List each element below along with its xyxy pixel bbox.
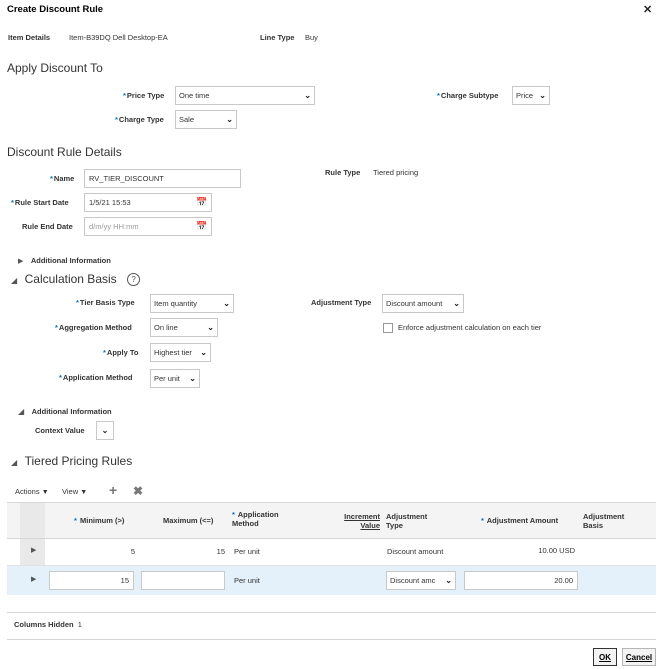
minimum-input[interactable]: 15 [49,571,134,590]
triangle-right-icon: ▶ [18,258,24,265]
calendar-icon[interactable]: 📅 [196,197,207,208]
rule-details-section-title: Discount Rule Details [7,145,122,159]
end-date-label: Rule End Date [22,222,73,231]
calculation-basis-header[interactable]: ◢ Calculation Basis ? [11,270,141,288]
view-menu[interactable]: View ▼ [62,487,87,496]
row-expand-icon[interactable]: ▶ [31,546,36,554]
columns-hidden: Columns Hidden 1 [14,620,82,629]
dropdown-triangle-icon: ▼ [41,489,49,496]
cell-adjustment-type: Discount amount [387,547,444,556]
chevron-down-icon: ⌄ [445,576,452,585]
triangle-down-icon: ◢ [18,407,25,416]
chevron-down-icon: ⌄ [200,348,207,357]
calendar-icon[interactable]: 📅 [196,221,207,232]
tiered-rules-title: Tiered Pricing Rules [24,454,133,468]
name-input[interactable]: RV_TIER_DISCOUNT [84,169,241,188]
footer-divider [7,639,656,640]
x-icon[interactable]: ✖ [133,484,143,498]
start-date-input[interactable]: 1/5/21 15:53 [84,193,212,212]
charge-subtype-select[interactable]: Price ⌄ [512,86,550,105]
additional-info-label: Additional Information [30,256,111,265]
col-increment-value[interactable]: Increment Value [335,512,380,530]
ok-button[interactable]: OK [593,648,617,666]
item-details-value: Item-B39DQ Dell Desktop-EA [69,33,168,42]
apply-discount-section-title: Apply Discount To [7,61,103,75]
cell-minimum: 5 [130,547,135,556]
end-date-input[interactable]: d/m/yy HH:mm [84,217,212,236]
calculation-basis-title: Calculation Basis [24,272,117,286]
dialog-title: Create Discount Rule [7,4,104,15]
col-maximum[interactable]: Maximum (<=) [163,516,213,525]
row-expand-icon[interactable]: ▶ [31,575,36,583]
col-application-method[interactable]: * Application Method [232,510,279,528]
apply-to-label: *Apply To [103,348,139,357]
calc-additional-info-header[interactable]: ◢ Additional Information [18,401,112,419]
price-type-select[interactable]: One time ⌄ [175,86,315,105]
line-type-label: Line Type [260,33,295,42]
aggregation-method-select[interactable]: On line ⌄ [150,318,218,337]
chevron-down-icon: ⌄ [539,91,546,100]
start-date-label: *Rule Start Date [11,198,69,207]
chevron-down-icon: ⌄ [304,91,311,100]
chevron-down-icon: ⌄ [223,299,230,308]
tier-basis-type-label: *Tier Basis Type [76,298,135,307]
triangle-down-icon: ◢ [11,276,18,285]
adjustment-type-label: Adjustment Type [311,298,372,307]
price-type-label: *Price Type [123,91,165,100]
help-icon[interactable]: ? [127,273,141,286]
cell-application-method: Per unit [234,547,260,556]
calc-additional-info-label: Additional Information [31,407,112,416]
context-value-select[interactable]: ⌄ [96,421,114,440]
adjustment-type-select[interactable]: Discount amount ⌄ [382,294,464,313]
table-row[interactable]: ▶ 15 Per unit Discount amc ⌄ 20.00 [7,566,656,595]
cell-application-method: Per unit [234,576,260,585]
enforce-label: Enforce adjustment calculation on each t… [398,323,542,332]
chevron-down-icon: ⌄ [101,426,109,435]
application-method-label: *Application Method [59,373,133,382]
adjustment-type-select[interactable]: Discount amc ⌄ [386,571,456,590]
line-type-value: Buy [305,33,318,42]
chevron-down-icon: ⌄ [189,374,196,383]
cell-adjustment-amount: 10.00 USD [538,546,575,555]
chevron-down-icon: ⌄ [207,323,214,332]
table-bottom-border [7,612,656,613]
tiered-rules-header[interactable]: ◢ Tiered Pricing Rules [11,452,132,470]
actions-menu[interactable]: Actions ▼ [15,487,49,496]
cell-maximum: 15 [216,547,225,556]
charge-type-select[interactable]: Sale ⌄ [175,110,237,129]
item-details-label: Item Details [8,33,51,42]
charge-type-label: *Charge Type [115,115,164,124]
apply-to-select[interactable]: Highest tier ⌄ [150,343,211,362]
rule-type-label: Rule Type [325,168,361,177]
table-row[interactable]: ▶ 5 15 Per unit Discount amount 10.00 US… [7,539,656,565]
plus-icon[interactable]: + [109,482,117,498]
chevron-down-icon: ⌄ [453,299,460,308]
close-icon[interactable]: ✕ [643,3,652,16]
rule-type-value: Tiered pricing [373,168,419,177]
col-adjustment-type[interactable]: Adjustment Type [386,512,427,530]
col-minimum[interactable]: * Minimum (>) [74,516,124,525]
dropdown-triangle-icon: ▼ [80,489,88,496]
col-adjustment-amount[interactable]: * Adjustment Amount [481,516,558,525]
name-label: *Name [50,174,75,183]
additional-info-toggle[interactable]: ▶ Additional Information [18,250,111,268]
triangle-down-icon: ◢ [11,458,18,467]
context-value-label: Context Value [35,426,85,435]
charge-subtype-label: *Charge Subtype [437,91,499,100]
maximum-input[interactable] [141,571,225,590]
aggregation-method-label: *Aggregation Method [55,323,132,332]
col-adjustment-basis[interactable]: Adjustment Basis [583,512,624,530]
cancel-button[interactable]: Cancel [622,648,656,666]
enforce-checkbox[interactable] [383,323,393,333]
application-method-select[interactable]: Per unit ⌄ [150,369,200,388]
adjustment-amount-input[interactable]: 20.00 [464,571,578,590]
tier-basis-type-select[interactable]: Item quantity ⌄ [150,294,234,313]
chevron-down-icon: ⌄ [226,115,233,124]
